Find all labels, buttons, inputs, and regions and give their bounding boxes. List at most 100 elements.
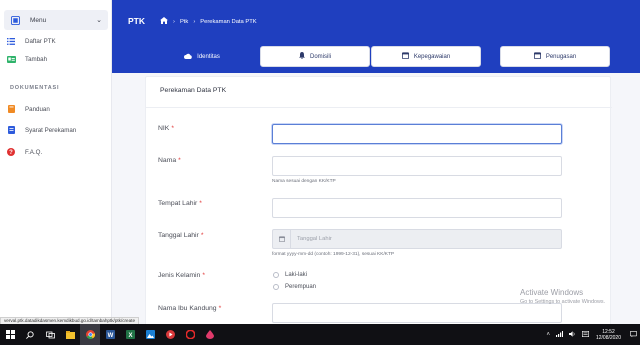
sidebar-item-label: Syarat Perekaman bbox=[25, 126, 77, 134]
nama-ibu-label-text: Nama Ibu Kandung bbox=[158, 305, 217, 312]
home-icon[interactable] bbox=[160, 17, 168, 26]
sidebar-menu-label: Menu bbox=[30, 16, 47, 24]
bell-icon bbox=[299, 52, 305, 61]
clock[interactable]: 12:52 12/08/2020 bbox=[596, 329, 621, 341]
windows-start-icon[interactable] bbox=[0, 324, 20, 345]
card-divider bbox=[146, 107, 612, 108]
tab-penugasan[interactable]: Penugasan bbox=[500, 46, 610, 67]
svg-text:X: X bbox=[128, 333, 132, 339]
system-tray: ˄ 12:52 12/08/2020 bbox=[543, 324, 640, 345]
chevron-up-icon[interactable]: ˄ bbox=[546, 332, 550, 338]
sidebar-item-label: F.A.Q. bbox=[25, 148, 43, 156]
nama-ibu-input[interactable] bbox=[272, 303, 562, 323]
media-player-icon[interactable] bbox=[160, 324, 180, 345]
sidebar-item-daftar-ptk[interactable]: Daftar PTK bbox=[6, 34, 106, 48]
tab-label: Identitas bbox=[197, 53, 220, 60]
nama-label: Nama * bbox=[158, 157, 181, 164]
svg-text:W: W bbox=[107, 333, 113, 339]
language-icon[interactable] bbox=[581, 330, 589, 339]
chrome-icon[interactable] bbox=[80, 324, 100, 345]
tempat-lahir-label-text: Tempat Lahir bbox=[158, 200, 198, 207]
taskbar: W X ˄ 12:52 12/08/2020 bbox=[0, 324, 640, 345]
tab-label: Penugasan bbox=[545, 53, 577, 60]
breadcrumb: › Ptk › Perekaman Data PTK bbox=[160, 17, 257, 26]
required-marker: * bbox=[202, 272, 205, 279]
sidebar-item-tambah[interactable]: Tambah bbox=[6, 52, 106, 66]
photos-icon[interactable] bbox=[140, 324, 160, 345]
page-title: PTK bbox=[128, 16, 145, 26]
tab-identitas[interactable]: Identitas bbox=[146, 46, 258, 67]
breadcrumb-item-current: Perekaman Data PTK bbox=[200, 18, 257, 25]
radio-circle[interactable] bbox=[273, 272, 279, 278]
calendar-icon[interactable] bbox=[273, 230, 291, 248]
list-icon bbox=[6, 36, 16, 46]
tab-label: Domisili bbox=[310, 53, 331, 60]
tab-domisili[interactable]: Domisili bbox=[260, 46, 370, 67]
calendar-icon bbox=[401, 52, 409, 61]
svg-text:?: ? bbox=[9, 150, 13, 156]
tanggal-lahir-label: Tanggal Lahir * bbox=[158, 232, 203, 239]
calendar-icon bbox=[533, 52, 541, 61]
id-card-icon bbox=[6, 54, 16, 64]
nama-help-text: Nama sesuai dengan KK/KTP bbox=[272, 179, 336, 184]
tempat-lahir-label: Tempat Lahir * bbox=[158, 200, 202, 207]
tab-kepegawaian[interactable]: Kepegawaian bbox=[371, 46, 481, 67]
required-marker: * bbox=[200, 232, 204, 239]
nama-ibu-label: Nama Ibu Kandung * bbox=[158, 305, 221, 312]
jenis-kelamin-label: Jenis Kelamin * bbox=[158, 272, 205, 279]
app-drop-icon[interactable] bbox=[200, 324, 220, 345]
network-icon[interactable] bbox=[555, 330, 563, 339]
sidebar-menu-toggle[interactable]: Menu ⌄ bbox=[4, 10, 108, 30]
radio-label: Laki-laki bbox=[285, 272, 308, 278]
nik-label-text: NIK bbox=[158, 125, 170, 132]
required-marker: * bbox=[178, 157, 181, 164]
document-icon bbox=[6, 125, 16, 135]
word-icon[interactable]: W bbox=[100, 324, 120, 345]
radio-circle[interactable] bbox=[273, 284, 279, 290]
page-header: PTK › Ptk › Perekaman Data PTK Identitas… bbox=[112, 0, 640, 73]
sidebar-item-panduan[interactable]: Panduan bbox=[6, 102, 106, 116]
search-icon[interactable] bbox=[20, 324, 40, 345]
nama-label-text: Nama bbox=[158, 157, 177, 164]
watermark-subtitle: Go to Settings to activate Windows. bbox=[520, 299, 606, 305]
nik-input[interactable] bbox=[272, 124, 562, 144]
task-view-icon[interactable] bbox=[40, 324, 60, 345]
volume-icon[interactable] bbox=[568, 330, 576, 339]
required-marker: * bbox=[199, 200, 202, 207]
nik-label: NIK * bbox=[158, 125, 174, 132]
sidebar-item-label: Tambah bbox=[25, 55, 48, 63]
book-icon bbox=[6, 104, 16, 114]
breadcrumb-item-ptk[interactable]: Ptk bbox=[180, 19, 188, 25]
sidebar-item-label: Daftar PTK bbox=[25, 37, 56, 45]
sidebar: Menu ⌄ Daftar PTK Tambah DOKUMENTASI Pan… bbox=[0, 0, 112, 324]
tempat-lahir-input[interactable] bbox=[272, 198, 562, 218]
radio-perempuan[interactable]: Perempuan bbox=[273, 284, 316, 290]
required-marker: * bbox=[218, 305, 222, 312]
sidebar-section-title: DOKUMENTASI bbox=[10, 85, 60, 91]
app-window: Menu ⌄ Daftar PTK Tambah DOKUMENTASI Pan… bbox=[0, 0, 640, 345]
nama-input[interactable] bbox=[272, 156, 562, 176]
tanggal-lahir-help-text: format yyyy-mm-dd (contoh: 1999-12-31), … bbox=[272, 252, 395, 257]
breadcrumb-separator: › bbox=[193, 18, 196, 25]
watermark-title: Activate Windows bbox=[520, 288, 584, 297]
radio-label: Perempuan bbox=[285, 284, 317, 290]
tanggal-lahir-label-text: Tanggal Lahir bbox=[158, 232, 199, 239]
radio-laki-laki[interactable]: Laki-laki bbox=[273, 272, 307, 278]
activate-windows-watermark: Activate Windows Go to Settings to activ… bbox=[520, 288, 605, 305]
opera-icon[interactable] bbox=[180, 324, 200, 345]
question-circle-icon: ? bbox=[6, 147, 16, 157]
tab-label: Kepegawaian bbox=[413, 53, 451, 60]
breadcrumb-separator: › bbox=[173, 18, 175, 25]
required-marker: * bbox=[171, 125, 174, 132]
sidebar-item-syarat-perekaman[interactable]: Syarat Perekaman bbox=[6, 123, 106, 137]
card-title: Perekaman Data PTK bbox=[160, 87, 227, 94]
file-explorer-icon[interactable] bbox=[60, 324, 80, 345]
clock-date: 12/08/2020 bbox=[595, 334, 621, 341]
cloud-icon bbox=[184, 53, 192, 61]
sidebar-item-faq[interactable]: ? F.A.Q. bbox=[6, 145, 106, 159]
notification-icon[interactable] bbox=[630, 330, 638, 339]
excel-icon[interactable]: X bbox=[120, 324, 140, 345]
sidebar-item-label: Panduan bbox=[25, 105, 50, 113]
tanggal-lahir-input[interactable]: Tanggal Lahir bbox=[272, 229, 562, 249]
chevron-down-icon: ⌄ bbox=[96, 17, 102, 24]
